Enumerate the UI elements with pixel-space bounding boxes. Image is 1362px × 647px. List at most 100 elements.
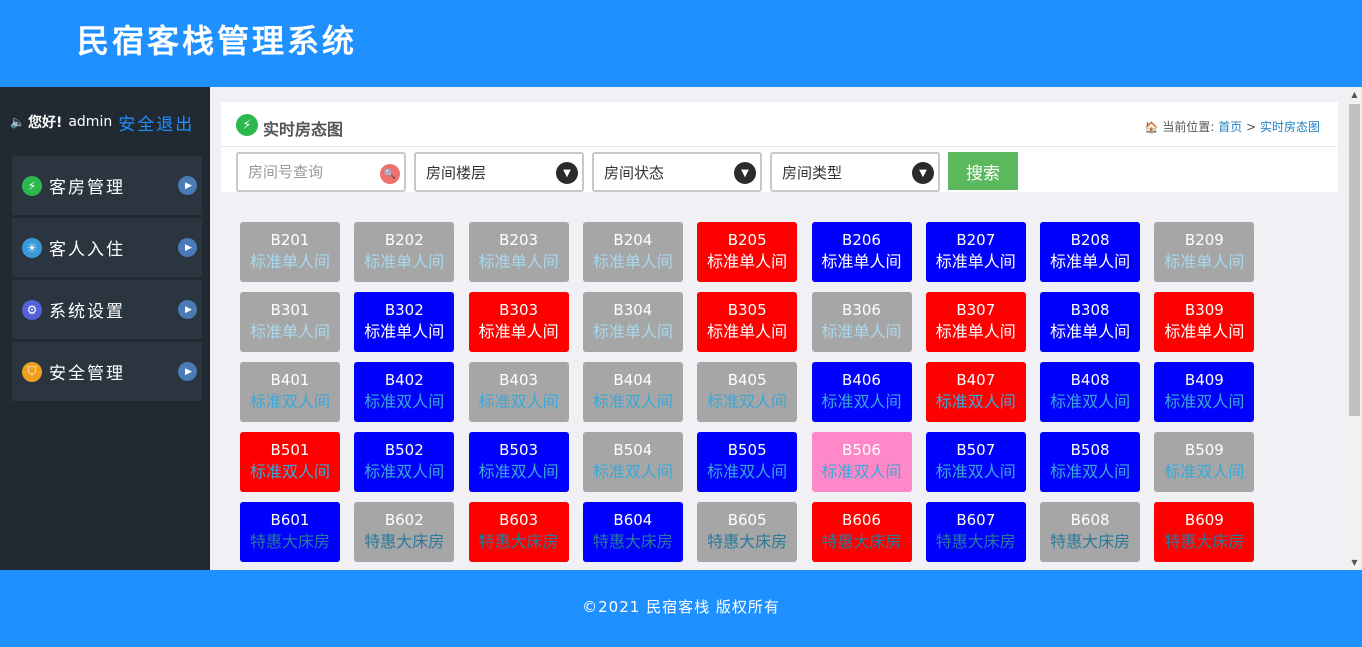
room-number: B302 [384,301,424,319]
scrollbar-thumb[interactable] [1349,104,1360,416]
room-type: 标准双人间 [821,392,902,411]
room-card[interactable]: B405 标准双人间 [697,362,798,422]
search-button[interactable]: 搜索 [948,152,1018,190]
scroll-up-arrow-icon[interactable]: ▲ [1347,87,1362,102]
room-type: 标准双人间 [592,462,673,481]
room-number: B501 [270,441,310,459]
room-card[interactable]: B304 标准单人间 [582,292,683,352]
logout-link[interactable]: 安全退出 [118,110,194,135]
room-number: B403 [499,371,539,389]
room-card[interactable]: B404 标准双人间 [582,362,683,422]
room-card[interactable]: B408 标准双人间 [1040,362,1141,422]
expand-arrow-icon[interactable]: ▶ [178,238,197,257]
room-card[interactable]: B308 标准单人间 [1040,292,1141,352]
speaker-icon: 🔈 [10,115,25,129]
room-card[interactable]: B203 标准单人间 [468,222,569,282]
room-type: 标准双人间 [478,392,559,411]
room-card[interactable]: B507 标准双人间 [925,432,1026,492]
room-type: 标准双人间 [249,392,330,411]
expand-arrow-icon[interactable]: ▶ [178,176,197,195]
room-card[interactable]: B608 特惠大床房 [1040,502,1141,562]
room-card[interactable]: B307 标准单人间 [925,292,1026,352]
room-card[interactable]: B208 标准单人间 [1040,222,1141,282]
vertical-scrollbar[interactable]: ▲ ▼ [1347,87,1362,570]
room-type: 标准双人间 [1050,462,1131,481]
room-card[interactable]: B209 标准单人间 [1154,222,1255,282]
room-card[interactable]: B309 标准单人间 [1154,292,1255,352]
room-card[interactable]: B301 标准单人间 [240,292,340,352]
room-card[interactable]: B201 标准单人间 [240,222,340,282]
room-card[interactable]: B207 标准单人间 [925,222,1026,282]
room-card[interactable]: B601 特惠大床房 [240,502,340,562]
room-type: 标准双人间 [364,392,445,411]
room-card[interactable]: B607 特惠大床房 [925,502,1026,562]
room-card[interactable]: B505 标准双人间 [697,432,798,492]
app-header: 民宿客栈管理系统 [0,0,1362,87]
chevron-down-icon[interactable]: ▼ [734,162,756,184]
room-card[interactable]: B202 标准单人间 [354,222,455,282]
room-card[interactable]: B606 特惠大床房 [811,502,912,562]
room-card[interactable]: B302 标准单人间 [354,292,455,352]
sidebar-item-label: 系统设置 [49,302,125,322]
type-select[interactable]: 房间类型 ▼ [770,152,940,192]
room-card[interactable]: B509 标准双人间 [1154,432,1255,492]
room-number: B407 [956,371,996,389]
chevron-down-icon[interactable]: ▼ [912,162,934,184]
lightning-icon: ⚡ [236,114,258,136]
sidebar-item-2[interactable]: ⚙ 系统设置 ▶ [12,280,202,339]
room-type: 标准双人间 [821,462,902,481]
room-card[interactable]: B502 标准双人间 [354,432,455,492]
room-type: 标准单人间 [707,252,788,271]
room-number: B307 [956,301,996,319]
room-type: 标准双人间 [1164,462,1245,481]
expand-arrow-icon[interactable]: ▶ [178,362,197,381]
room-card[interactable]: B401 标准双人间 [240,362,340,422]
room-number: B504 [613,441,653,459]
room-card[interactable]: B506 标准双人间 [811,432,912,492]
room-number: B505 [727,441,767,459]
room-card[interactable]: B503 标准双人间 [468,432,569,492]
room-card[interactable]: B403 标准双人间 [468,362,569,422]
room-type: 标准单人间 [707,322,788,341]
room-card[interactable]: B605 特惠大床房 [697,502,798,562]
room-card[interactable]: B504 标准双人间 [582,432,683,492]
room-card[interactable]: B306 标准单人间 [811,292,912,352]
expand-arrow-icon[interactable]: ▶ [178,300,197,319]
shield-icon: ⛉ [22,361,42,382]
floor-select[interactable]: 房间楼层 ▼ [414,152,584,192]
room-card[interactable]: B407 标准双人间 [925,362,1026,422]
room-card[interactable]: B604 特惠大床房 [582,502,683,562]
room-card[interactable]: B305 标准单人间 [697,292,798,352]
room-number: B603 [499,511,539,529]
room-card[interactable]: B205 标准单人间 [697,222,798,282]
room-number: B502 [384,441,424,459]
room-card[interactable]: B406 标准双人间 [811,362,912,422]
room-card[interactable]: B501 标准双人间 [240,432,340,492]
room-card[interactable]: B602 特惠大床房 [354,502,455,562]
room-card[interactable]: B508 标准双人间 [1040,432,1141,492]
sidebar-item-1[interactable]: ☀ 客人入住 ▶ [12,218,202,277]
room-card[interactable]: B204 标准单人间 [582,222,683,282]
room-number: B301 [270,301,310,319]
room-number: B409 [1184,371,1224,389]
sidebar-item-0[interactable]: ⚡ 客房管理 ▶ [12,156,202,215]
room-search-input[interactable] [248,163,378,181]
room-card[interactable]: B303 标准单人间 [468,292,569,352]
room-card[interactable]: B603 特惠大床房 [468,502,569,562]
floor-select-value: 房间楼层 [426,163,487,182]
search-icon[interactable]: 🔍 [380,164,400,184]
breadcrumb-home-link[interactable]: 首页 [1218,120,1242,134]
room-card[interactable]: B206 标准单人间 [811,222,912,282]
chevron-down-icon[interactable]: ▼ [556,162,578,184]
user-bar: 🔈 您好! admin 安全退出 [10,110,194,135]
scroll-down-arrow-icon[interactable]: ▼ [1347,555,1362,570]
breadcrumb-current-link[interactable]: 实时房态图 [1260,120,1320,134]
room-card[interactable]: B409 标准双人间 [1154,362,1255,422]
room-card[interactable]: B609 特惠大床房 [1154,502,1255,562]
room-number: B602 [384,511,424,529]
room-card[interactable]: B402 标准双人间 [354,362,455,422]
sidebar-item-3[interactable]: ⛉ 安全管理 ▶ [12,342,202,401]
status-select[interactable]: 房间状态 ▼ [592,152,762,192]
gears-icon: ⚙ [22,299,42,320]
room-number: B401 [270,371,310,389]
